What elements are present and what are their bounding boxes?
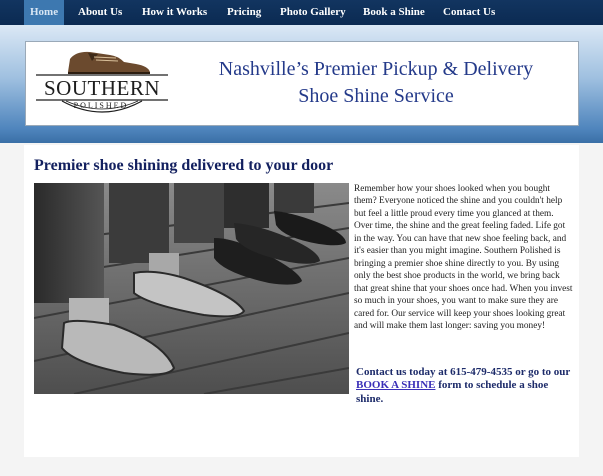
intro-paragraph: Remember how your shoes looked when you … xyxy=(354,184,573,331)
banner-subtitle: Shoe Shine Service xyxy=(298,85,454,107)
nav-contact-us[interactable]: Contact Us xyxy=(443,0,495,25)
contact-text: Contact us today at 615-479-4535 or go t… xyxy=(356,366,571,378)
nav-home[interactable]: Home xyxy=(24,0,65,25)
page-title: Premier shoe shining delivered to your d… xyxy=(34,157,334,174)
shoes-photo xyxy=(34,183,349,394)
contact-callout: Contact us today at 615-479-4535 or go t… xyxy=(356,366,574,406)
top-nav: Home About Us How it Works Pricing Photo… xyxy=(0,0,603,25)
logo-name: SOUTHERN xyxy=(43,76,160,100)
nav-book-a-shine[interactable]: Book a Shine xyxy=(363,0,425,25)
nav-about-us[interactable]: About Us xyxy=(78,0,122,25)
logo-tagline: POLISHED xyxy=(73,101,129,110)
nav-photo-gallery[interactable]: Photo Gallery xyxy=(280,0,346,25)
banner-title: Nashville’s Premier Pickup & Delivery xyxy=(218,58,534,80)
southern-polished-logo[interactable]: SOUTHERN POLISHED xyxy=(32,45,172,121)
main-content: Premier shoe shining delivered to your d… xyxy=(24,145,579,457)
header-banner: SOUTHERN POLISHED Nashville’s Premier Pi… xyxy=(25,41,579,126)
book-a-shine-link[interactable]: BOOK A SHINE xyxy=(356,379,435,391)
nav-pricing[interactable]: Pricing xyxy=(227,0,261,25)
nav-how-it-works[interactable]: How it Works xyxy=(142,0,207,25)
